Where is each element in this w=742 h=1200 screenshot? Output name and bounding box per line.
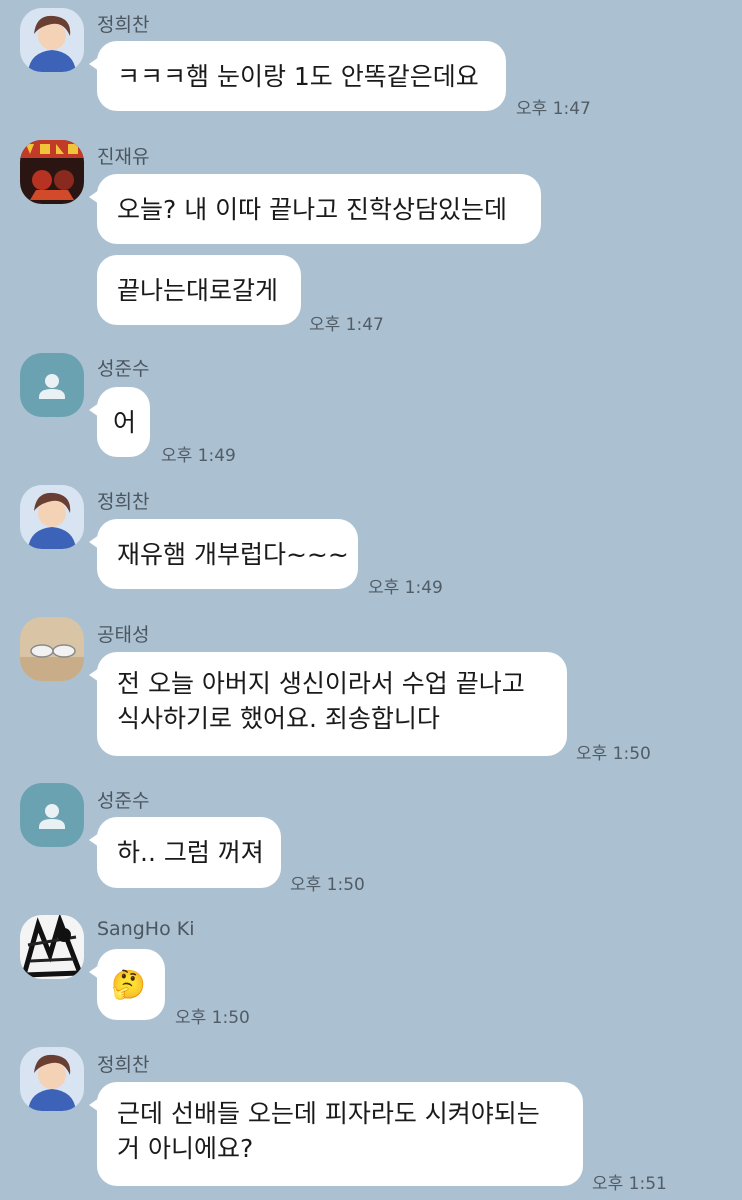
- anime-boy-avatar[interactable]: [20, 485, 84, 549]
- bubble-tail: [89, 833, 99, 847]
- message-text: 하.. 그럼 꺼져: [117, 838, 264, 867]
- message-bubble[interactable]: 오늘? 내 이따 끝나고 진학상담있는데: [89, 174, 541, 244]
- person-icon: [39, 804, 65, 829]
- bubble-tail: [89, 535, 99, 549]
- sender-name: 정희찬: [97, 14, 150, 36]
- default-person-avatar[interactable]: [20, 783, 84, 847]
- message-bubble[interactable]: 하.. 그럼 꺼져: [89, 817, 281, 888]
- acdc-avatar[interactable]: [20, 140, 84, 204]
- message-time: 오후 1:50: [175, 1008, 250, 1028]
- bubble-tail: [89, 668, 99, 682]
- message-text: 재유햄 개부럽다~~~: [117, 539, 349, 569]
- anime-boy-avatar[interactable]: [20, 1047, 84, 1111]
- message-text-line: 식사하기로 했어요. 죄송합니다: [117, 704, 440, 733]
- bubble-tail: [89, 965, 99, 979]
- message-text: ㅋㅋㅋ햄 눈이랑 1도 안똑같은데요: [117, 61, 479, 91]
- message-bubble[interactable]: 🤔: [89, 949, 165, 1020]
- message-bubble[interactable]: 어: [89, 387, 150, 457]
- message-text: 어: [113, 407, 137, 437]
- sender-name: 공태성: [97, 624, 150, 646]
- message-bubble[interactable]: 전 오늘 아버지 생신이라서 수업 끝나고 식사하기로 했어요. 죄송합니다: [89, 652, 567, 756]
- message-time: 오후 1:50: [290, 875, 365, 895]
- message-time: 오후 1:47: [309, 315, 384, 335]
- bubble-tail: [89, 57, 99, 71]
- bubble-tail: [89, 403, 99, 417]
- message-bubble[interactable]: 재유햄 개부럽다~~~: [89, 519, 358, 589]
- message-time: 오후 1:51: [592, 1174, 667, 1194]
- message-text-line: 전 오늘 아버지 생신이라서 수업 끝나고: [117, 669, 525, 698]
- sneakers-avatar[interactable]: [20, 617, 84, 681]
- thinking-emoji: 🤔: [111, 968, 146, 1001]
- message-bubble[interactable]: ㅋㅋㅋ햄 눈이랑 1도 안똑같은데요: [89, 41, 506, 111]
- sender-name: 정희찬: [97, 1054, 150, 1076]
- message-bubble[interactable]: 근데 선배들 오는데 피자라도 시켜야되는 거 아니에요?: [89, 1082, 583, 1186]
- message-time: 오후 1:47: [516, 99, 591, 119]
- sender-name: 진재유: [97, 146, 150, 168]
- message-bubble[interactable]: 끝나는대로갈게: [97, 255, 301, 325]
- default-person-avatar[interactable]: [20, 353, 84, 417]
- sender-name: 성준수: [97, 790, 150, 812]
- bubble-tail: [89, 190, 99, 204]
- sender-name: SangHo Ki: [97, 918, 195, 940]
- message-time: 오후 1:49: [368, 578, 443, 598]
- message-text-line: 거 아니에요?: [117, 1134, 254, 1163]
- message-text-line: 근데 선배들 오는데 피자라도 시켜야되는: [117, 1099, 540, 1128]
- sender-name: 성준수: [97, 358, 150, 380]
- message-text: 끝나는대로갈게: [117, 275, 279, 305]
- message-time: 오후 1:50: [576, 744, 651, 764]
- message-time: 오후 1:49: [161, 446, 236, 466]
- anime-boy-avatar[interactable]: [20, 8, 84, 72]
- person-icon: [39, 374, 65, 399]
- manga-avatar[interactable]: [20, 915, 84, 979]
- message-text: 오늘? 내 이따 끝나고 진학상담있는데: [117, 194, 508, 224]
- bubble-tail: [89, 1098, 99, 1112]
- sender-name: 정희찬: [97, 491, 150, 513]
